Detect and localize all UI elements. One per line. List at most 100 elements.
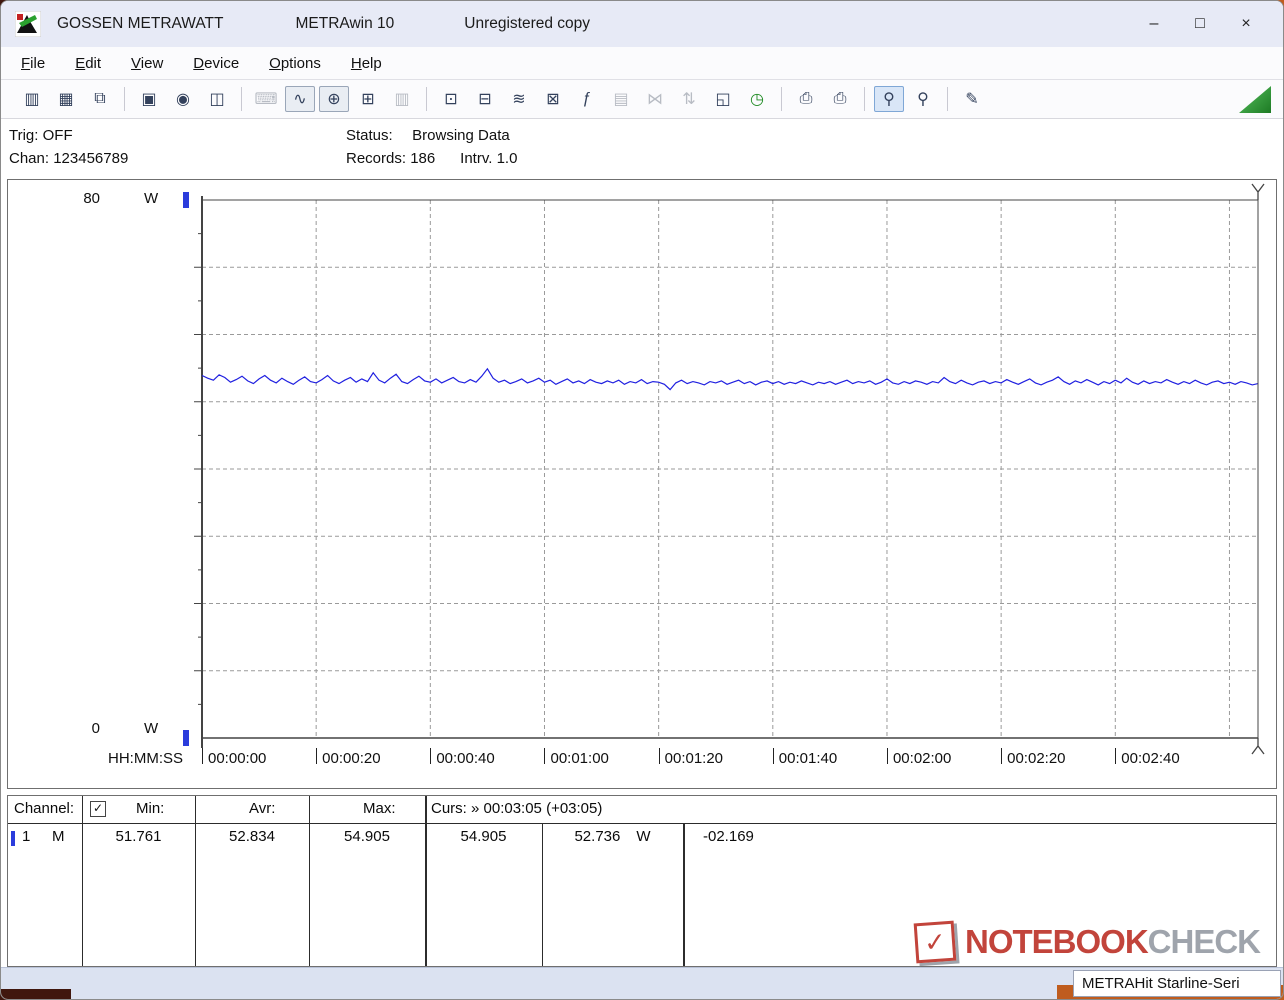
status-bar: METRAHit Starline-Seri (1, 967, 1283, 999)
app-logo-icon (15, 11, 41, 37)
histogram-view-icon: ▥ (394, 91, 410, 108)
cell-channel-mode: M (52, 828, 65, 845)
desktop-corner-left (1, 989, 71, 999)
zoom-mode-icon[interactable]: ⚲ (908, 86, 938, 112)
trend-chart-view-icon[interactable]: ∿ (285, 86, 315, 112)
menu-device[interactable]: Device (183, 51, 249, 76)
view-window-icon[interactable]: ▣ (134, 86, 164, 112)
power-trend-line (201, 367, 1259, 391)
split-curves-icon: ⋈ (647, 91, 663, 108)
timer-icon[interactable]: ◷ (742, 86, 772, 112)
trig-label: Trig: (9, 127, 39, 144)
watermark-notebook-text: NOTEBOOK (964, 923, 1149, 960)
table-divider (195, 796, 196, 966)
records-count: Records: 186 (346, 150, 436, 167)
annotation-icon[interactable]: ✎ (957, 86, 987, 112)
cell-cursor-max: 54.905 (460, 828, 507, 845)
chan-value: 123456789 (53, 150, 129, 167)
scale-axes-icon: ⇅ (682, 91, 696, 108)
trend-chart (194, 183, 1265, 755)
cursor-handle-bottom[interactable] (1251, 738, 1265, 755)
copy-pages-icon[interactable]: ◱ (708, 86, 738, 112)
table-divider (309, 796, 310, 966)
gridlines (202, 200, 1258, 738)
trigger-channel-info: Trig: OFF Chan: 123456789 (9, 124, 128, 170)
menu-file[interactable]: File (11, 51, 55, 76)
record-data-icon[interactable]: ◉ (168, 86, 198, 112)
title-product-name: METRAwin 10 (295, 15, 395, 32)
save-data-icon[interactable]: ▦ (51, 86, 81, 112)
menu-edit[interactable]: Edit (65, 51, 111, 76)
recording-status-info: Status: Browsing Data Records: 186 Intrv… (346, 124, 517, 170)
x-tick-mark (430, 748, 432, 764)
toolbar-separator (124, 87, 125, 111)
cell-channel-number: 1 (22, 828, 31, 845)
window-controls: – □ × (1131, 7, 1269, 41)
green-triangle-icon (1239, 86, 1271, 113)
status-value: Browsing Data (412, 127, 510, 144)
title-license-status: Unregistered copy (464, 15, 591, 32)
x-tick-mark (544, 748, 546, 764)
trig-value: OFF (42, 127, 73, 144)
x-tick-mark (316, 748, 318, 764)
device-monitor-icon[interactable]: ⊠ (538, 86, 568, 112)
export-window-icon[interactable]: ◫ (202, 86, 232, 112)
open-file-icon[interactable]: ⧉ (85, 86, 115, 112)
cursor-value-number: 52.736 (574, 828, 621, 845)
menu-options[interactable]: Options (259, 51, 331, 76)
channel-visible-checkbox[interactable]: ✓ (90, 801, 106, 817)
toolbar-separator (864, 87, 865, 111)
x-tick-mark (658, 748, 660, 764)
print-preview-icon[interactable]: ⎙ (825, 86, 855, 112)
x-tick-mark (886, 748, 888, 764)
close-button[interactable]: × (1223, 7, 1269, 41)
connected-device-field[interactable]: METRAHit Starline-Seri (1073, 970, 1281, 997)
cursor-handle-top[interactable] (1251, 183, 1265, 200)
x-tick-label: 00:01:20 (664, 750, 724, 767)
x-tick-label: 00:00:40 (436, 750, 495, 767)
open-data-icon[interactable]: ▥ (17, 86, 47, 112)
print-icon[interactable]: ⎙ (791, 86, 821, 112)
col-header-max: Max: (363, 800, 396, 817)
maximize-button[interactable]: □ (1177, 7, 1223, 41)
table-view-icon[interactable]: ⊞ (353, 86, 383, 112)
toolbar-separator (781, 87, 782, 111)
cell-min: 51.761 (115, 828, 162, 845)
device-trend-icon[interactable]: ≋ (504, 86, 534, 112)
axes (194, 196, 1258, 748)
device-download-icon[interactable]: ⊟ (470, 86, 500, 112)
x-tick-label: 00:01:00 (550, 750, 609, 767)
table-divider (82, 796, 83, 966)
measurement-table: Channel: ✓ Min: Avr: Max: Curs: » 00:03:… (7, 795, 1277, 967)
menu-bar: File Edit View Device Options Help (1, 47, 1283, 79)
x-tick-mark (772, 748, 774, 764)
status-panel: Trig: OFF Chan: 123456789 Status: Browsi… (1, 119, 1283, 175)
minimize-button[interactable]: – (1131, 7, 1177, 41)
chart-panel[interactable]: 80 W 0 W HH:MM:SS 00:00:00 00:00:20 00:00:… (7, 179, 1277, 789)
table-divider (683, 823, 685, 966)
formula-icon[interactable]: ƒ (572, 86, 602, 112)
device-memory-icon: ▤ (613, 91, 629, 108)
zoom-curve-icon[interactable]: ⚲ (874, 86, 904, 112)
menu-view[interactable]: View (121, 51, 173, 76)
table-header-divider (8, 823, 1276, 824)
col-header-cursor: Curs: » 00:03:05 (+03:05) (431, 800, 603, 817)
cursor-crosshair-view-icon[interactable]: ⊕ (319, 86, 349, 112)
channel-color-marker (11, 831, 15, 846)
notebookcheck-watermark: ✓ NOTEBOOK CHECK (913, 920, 1261, 964)
x-tick-mark (1001, 748, 1003, 764)
x-tick-mark (202, 748, 203, 764)
cell-delta: -02.169 (703, 828, 754, 845)
x-tick-label: 00:02:20 (1007, 750, 1066, 767)
app-window: GOSSEN METRAWATT METRAwin 10 Unregistere… (0, 0, 1284, 1000)
status-label: Status: (346, 127, 393, 144)
device-config-icon[interactable]: ⊡ (436, 86, 466, 112)
menu-help[interactable]: Help (341, 51, 392, 76)
col-header-min: Min: (136, 800, 165, 817)
cursor-value-unit: W (636, 828, 651, 845)
cell-max: 54.905 (344, 828, 390, 845)
x-axis-format-label: HH:MM:SS (108, 750, 183, 767)
col-header-channel: Channel: (14, 800, 75, 817)
notebookcheck-logo-icon: ✓ (913, 920, 957, 964)
toolbar-separator (426, 87, 427, 111)
